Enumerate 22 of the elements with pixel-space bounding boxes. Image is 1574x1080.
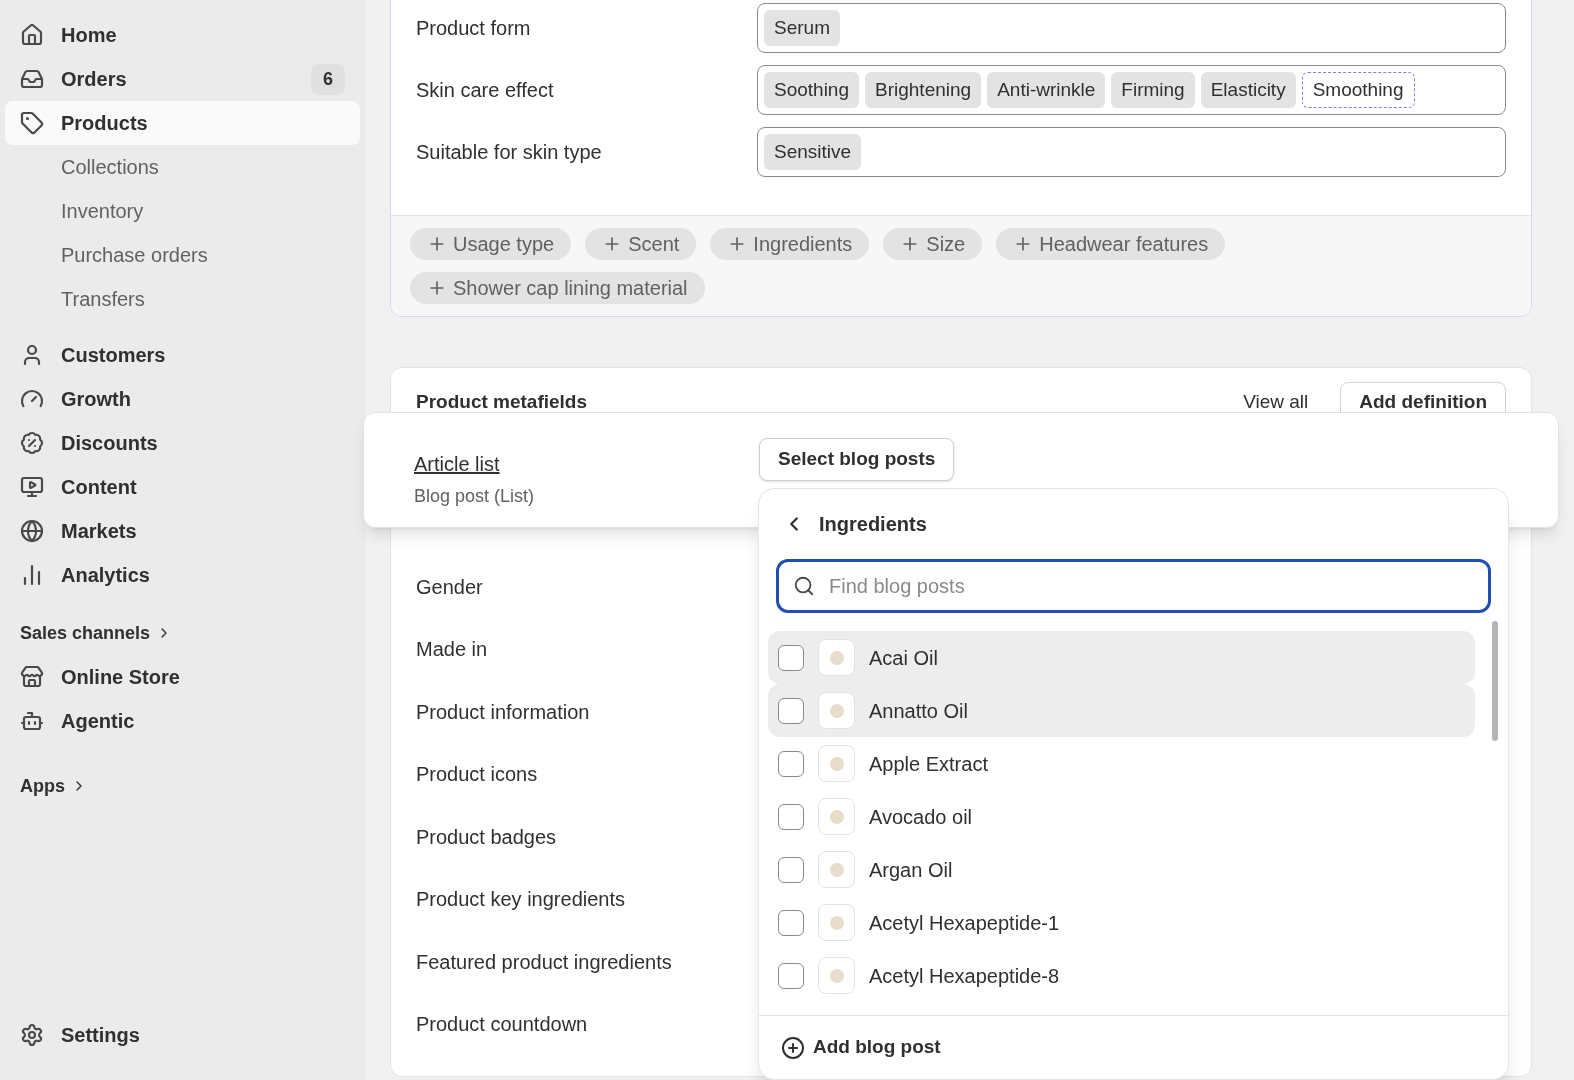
option-label: Acai Oil: [869, 645, 938, 671]
attribute-label: Suitable for skin type: [416, 140, 603, 165]
picker-title: Ingredients: [819, 512, 927, 537]
option-label: Acetyl Hexapeptide-1: [869, 910, 1060, 936]
metafield-label: Product information: [416, 699, 591, 725]
metafield-label: Product key ingredients: [416, 887, 626, 913]
option-label: Annatto Oil: [869, 698, 968, 724]
card-title: Product metafields: [416, 389, 589, 414]
option-label: Avocado oil: [869, 804, 973, 830]
attribute-label: Skin care effect: [416, 78, 555, 103]
metafield-label: Gender: [416, 574, 484, 600]
count-badge: 6: [311, 63, 345, 95]
metafield-label: Product badges: [416, 824, 558, 850]
metafield-label: Featured product ingredients: [416, 949, 673, 975]
metafield-label: Made in: [416, 637, 489, 663]
field-type-text: Blog post (List): [414, 485, 536, 508]
attribute-label: Product form: [416, 16, 532, 41]
option-label: Apple Extract: [869, 751, 988, 777]
option-label: Argan Oil: [869, 857, 953, 883]
option-label: Acetyl Hexapeptide-8: [869, 963, 1060, 989]
metafield-label: Product countdown: [416, 1012, 589, 1038]
metafield-label: Product icons: [416, 762, 539, 788]
